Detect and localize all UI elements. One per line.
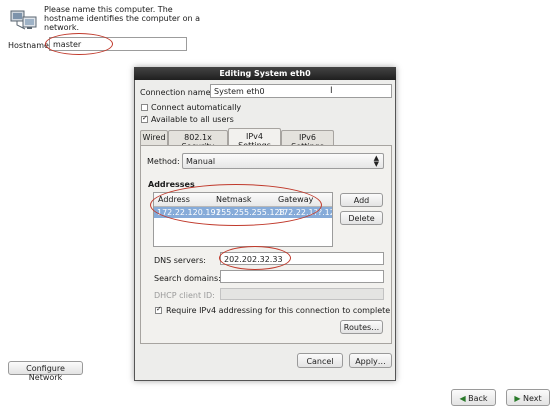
hostname-annotation-circle xyxy=(45,33,113,55)
tab-ipv4-settings[interactable]: IPv4 Settings xyxy=(228,128,281,150)
next-button[interactable]: ▶ Next xyxy=(506,389,550,406)
connection-name-label: Connection name: xyxy=(140,88,214,97)
delete-address-button[interactable]: Delete xyxy=(340,211,383,225)
require-ipv4-label: Require IPv4 addressing for this connect… xyxy=(166,306,391,315)
connection-name-input[interactable]: System eth0 xyxy=(210,84,392,98)
apply-button[interactable]: Apply… xyxy=(349,353,392,368)
dhcp-client-id-label: DHCP client ID: xyxy=(154,291,215,300)
intro-line-3: network. xyxy=(44,23,80,32)
tab-8021x-security[interactable]: 802.1x Security xyxy=(168,130,228,151)
configure-network-button[interactable]: Configure Network xyxy=(8,361,83,382)
routes-button[interactable]: Routes… xyxy=(340,320,383,334)
next-arrow-icon: ▶ xyxy=(514,394,521,403)
connect-automatically-checkbox[interactable] xyxy=(141,104,148,111)
tab-wired[interactable]: Wired xyxy=(140,130,168,145)
dns-annotation-circle xyxy=(219,246,291,270)
back-button[interactable]: ◀ Back xyxy=(451,389,496,406)
back-arrow-icon: ◀ xyxy=(459,394,466,403)
next-button-label: Next xyxy=(523,394,542,403)
method-label: Method: xyxy=(147,157,180,166)
dialog-title: Editing System eth0 xyxy=(219,69,311,78)
select-arrows-icon: ▲ ▼ xyxy=(373,154,379,168)
available-all-users-label: Available to all users xyxy=(151,115,234,124)
intro-line-2: hostname identifies the computer on a xyxy=(44,14,201,23)
connect-automatically-label: Connect automatically xyxy=(151,103,242,112)
available-all-users-checkbox[interactable] xyxy=(141,114,148,123)
tab-wired-label: Wired xyxy=(142,133,166,142)
network-computer-icon xyxy=(10,8,38,32)
tab-ipv6-settings[interactable]: IPv6 Settings xyxy=(281,130,334,151)
search-domains-input[interactable] xyxy=(220,270,384,283)
dhcp-client-id-input xyxy=(220,288,384,300)
method-select[interactable]: Manual ▲ ▼ xyxy=(182,153,384,169)
text-cursor-icon: I xyxy=(330,86,333,96)
method-select-value: Manual xyxy=(186,157,216,166)
dns-servers-label: DNS servers: xyxy=(154,256,206,265)
dialog-titlebar: Editing System eth0 xyxy=(134,67,396,80)
hostname-intro-text: Please name this computer. The hostname … xyxy=(44,5,200,32)
intro-line-1: Please name this computer. The xyxy=(44,5,173,14)
add-address-button[interactable]: Add xyxy=(340,193,383,207)
addresses-annotation-ellipse xyxy=(150,184,322,226)
search-domains-label: Search domains: xyxy=(154,274,221,283)
back-button-label: Back xyxy=(468,394,488,403)
cancel-button[interactable]: Cancel xyxy=(297,353,343,368)
require-ipv4-checkbox[interactable] xyxy=(155,305,162,314)
